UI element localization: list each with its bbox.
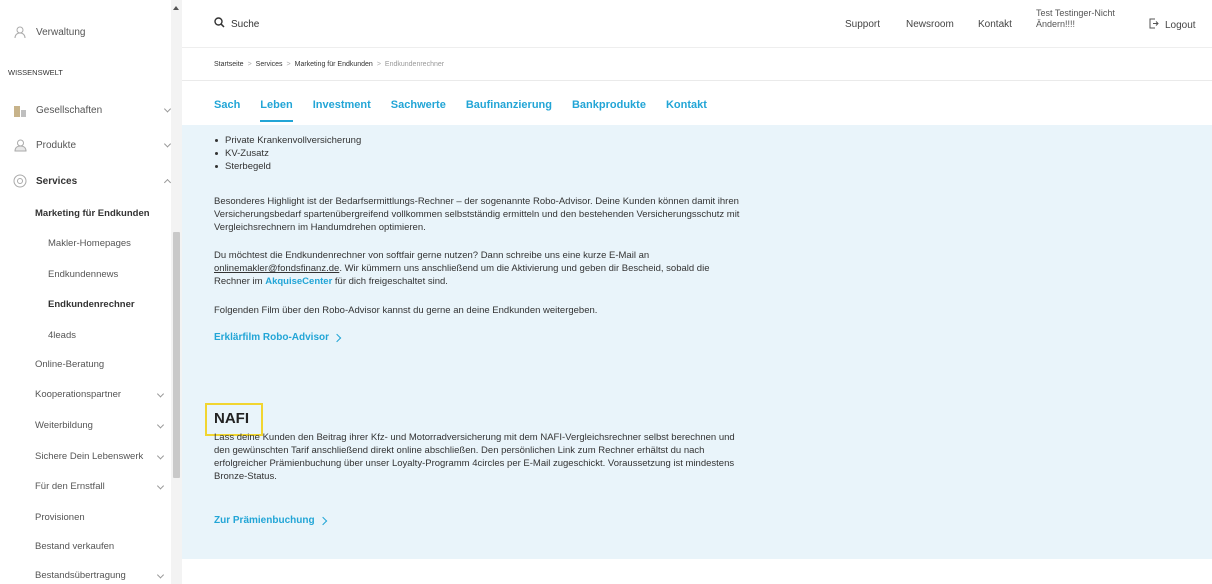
paragraph-text: Du möchtest die Endkundenrechner von sof… <box>214 250 650 261</box>
tab-sach[interactable]: Sach <box>214 99 240 111</box>
support-link[interactable]: Support <box>845 19 880 30</box>
sidebar-item-4leads[interactable]: 4leads <box>48 330 181 341</box>
tab-bankprodukte[interactable]: Bankprodukte <box>572 99 646 111</box>
chevron-down-icon <box>156 570 165 579</box>
sidebar-item-verwaltung[interactable]: Verwaltung <box>12 24 181 40</box>
breadcrumb-separator: > <box>376 61 381 68</box>
sidebar-item-kooperationspartner[interactable]: Kooperationspartner <box>35 389 165 400</box>
chevron-right-icon <box>332 333 342 342</box>
breadcrumb-item[interactable]: Services <box>256 61 283 68</box>
praemienbuchung-link-label: Zur Prämienbuchung <box>214 515 315 526</box>
kontakt-link[interactable]: Kontakt <box>978 19 1012 30</box>
sidebar: Verwaltung WISSENSWELT Gesellschaften Pr… <box>0 0 182 584</box>
sidebar-item-gesellschaften[interactable]: Gesellschaften <box>12 102 181 118</box>
sidebar-item-label: 4leads <box>48 330 76 341</box>
sidebar-item-provisionen[interactable]: Provisionen <box>35 512 181 523</box>
sidebar-item-marketing[interactable]: Marketing für Endkunden <box>35 208 181 219</box>
video-link-label: Erklärfilm Robo-Advisor <box>214 332 330 343</box>
sidebar-item-label: Sichere Dein Lebenswerk <box>35 451 144 462</box>
breadcrumb-separator: > <box>247 61 252 68</box>
list-item: KV-Zusatz <box>214 147 744 160</box>
sidebar-item-label: Endkundenrechner <box>48 299 135 310</box>
list-item: Sterbegeld <box>214 160 744 173</box>
paragraph-contact: Du möchtest die Endkundenrechner von sof… <box>214 249 744 288</box>
services-icon <box>12 173 28 189</box>
sidebar-item-label: Für den Ernstfall <box>35 481 105 492</box>
list-item: Private Krankenvollversicherung <box>214 134 744 147</box>
logout-label: Logout <box>1165 19 1196 31</box>
sidebar-item-label: Marketing für Endkunden <box>35 208 150 219</box>
paragraph-robo-advisor: Besonderes Highlight ist der Bedarfsermi… <box>214 196 740 233</box>
chevron-right-icon <box>318 516 327 525</box>
sidebar-item-fuer-den-ernstfall[interactable]: Für den Ernstfall <box>35 481 165 492</box>
sidebar-item-produkte[interactable]: Produkte <box>12 137 181 153</box>
video-link[interactable]: Erklärfilm Robo-Advisor <box>214 332 342 343</box>
breadcrumb-current: Endkundenrechner <box>384 61 445 68</box>
sidebar-item-services[interactable]: Services <box>12 173 181 189</box>
content-panel: Private Krankenvollversicherung KV-Zusat… <box>182 125 1212 559</box>
sidebar-item-label: Bestand verkaufen <box>35 541 115 552</box>
user-name[interactable]: Test Testinger-Nicht Ändern!!!! <box>1036 8 1146 30</box>
top-bar: Support Newsroom Kontakt Test Testinger-… <box>182 0 1212 48</box>
bullet-list: Private Krankenvollversicherung KV-Zusat… <box>214 134 744 173</box>
sidebar-item-label: Makler-Homepages <box>48 238 131 249</box>
email-link[interactable]: onlinemakler@fondsfinanz.de <box>214 263 339 274</box>
paragraph-film: Folgenden Film über den Robo-Advisor kan… <box>214 305 598 316</box>
sidebar-item-label: Services <box>36 175 78 187</box>
breadcrumb: Startseite > Services > Marketing für Endkun… <box>214 61 444 68</box>
chevron-down-icon <box>156 389 165 398</box>
chevron-down-icon <box>163 140 172 148</box>
tab-leben[interactable]: Leben <box>260 99 294 122</box>
search[interactable] <box>214 17 431 31</box>
sidebar-item-bestand-verkaufen[interactable]: Bestand verkaufen <box>35 541 181 552</box>
akquisecenter-link[interactable]: AkquiseCenter <box>265 276 332 287</box>
sidebar-item-label: Provisionen <box>35 512 85 523</box>
search-icon <box>214 17 225 31</box>
building-icon <box>12 102 28 118</box>
section-label: WISSENSWELT <box>8 68 63 77</box>
search-input[interactable] <box>231 18 431 30</box>
paragraph-text: für dich freigeschaltet sind. <box>332 276 448 287</box>
breadcrumb-item[interactable]: Marketing für Endkunden <box>295 61 373 68</box>
user-group-icon <box>12 137 28 153</box>
chevron-down-icon <box>156 420 165 429</box>
praemienbuchung-link[interactable]: Zur Prämienbuchung <box>214 515 327 526</box>
sidebar-item-label: Online-Beratung <box>35 359 105 370</box>
logout-button[interactable]: Logout <box>1149 18 1196 32</box>
sidebar-item-label: Endkundennews <box>48 269 119 280</box>
section-title: NAFI <box>214 410 249 427</box>
sidebar-scroll-thumb[interactable] <box>173 232 180 478</box>
sidebar-item-label: Bestandsübertragung <box>35 570 126 581</box>
chevron-down-icon <box>156 481 165 490</box>
tab-bar: Sach Leben Investment Sachwerte Baufinan… <box>214 99 727 122</box>
sidebar-item-label: Produkte <box>36 139 77 151</box>
sidebar-item-online-beratung[interactable]: Online-Beratung <box>35 359 181 370</box>
sidebar-item-label: Weiterbildung <box>35 420 93 431</box>
scroll-up-arrow-icon[interactable] <box>173 6 179 10</box>
chevron-up-icon <box>163 178 172 187</box>
paragraph-nafi: Lass deine Kunden den Beitrag ihrer Kfz-… <box>214 432 735 482</box>
tab-investment[interactable]: Investment <box>313 99 371 111</box>
newsroom-link[interactable]: Newsroom <box>906 19 954 30</box>
sidebar-item-endkundennews[interactable]: Endkundennews <box>48 269 181 280</box>
sidebar-item-makler-homepages[interactable]: Makler-Homepages <box>48 238 181 249</box>
tab-kontakt[interactable]: Kontakt <box>666 99 707 111</box>
sidebar-item-weiterbildung[interactable]: Weiterbildung <box>35 420 165 431</box>
sidebar-item-bestandsuebertragung[interactable]: Bestandsübertragung <box>35 570 165 581</box>
chevron-down-icon <box>163 105 172 113</box>
logout-icon <box>1149 18 1159 32</box>
tab-baufinanzierung[interactable]: Baufinanzierung <box>466 99 552 111</box>
sidebar-item-sichere-dein-lebenswerk[interactable]: Sichere Dein Lebenswerk <box>35 451 165 462</box>
sidebar-item-endkundenrechner[interactable]: Endkundenrechner <box>48 299 181 310</box>
sidebar-item-label: Gesellschaften <box>36 104 103 116</box>
user-icon <box>12 24 28 40</box>
sidebar-item-label: Kooperationspartner <box>35 389 122 400</box>
breadcrumb-separator: > <box>286 61 291 68</box>
divider <box>182 80 1212 81</box>
breadcrumb-item[interactable]: Startseite <box>214 61 244 68</box>
tab-sachwerte[interactable]: Sachwerte <box>391 99 446 111</box>
chevron-down-icon <box>156 451 165 460</box>
sidebar-item-label: Verwaltung <box>36 26 86 38</box>
